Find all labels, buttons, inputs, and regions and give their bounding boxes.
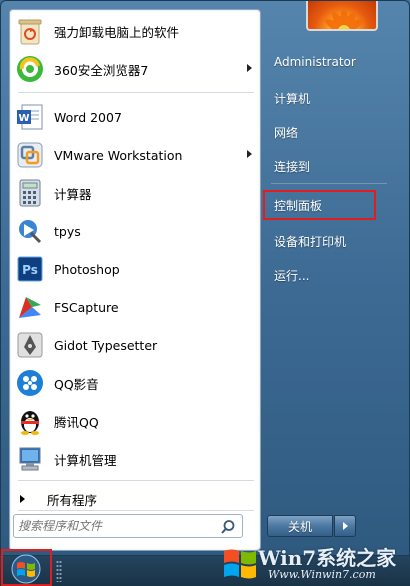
shutdown-options-button[interactable] [334,515,356,537]
all-programs-button[interactable]: 所有程序 [20,490,97,508]
program-label: QQ影音 [54,376,99,392]
right-item-label: 连接到 [274,159,311,174]
program-photoshop[interactable]: Ps Photoshop [12,251,260,287]
search-icon[interactable] [220,519,236,535]
program-label: VMware Workstation [54,147,183,163]
calculator-icon [14,177,46,209]
search-input[interactable] [18,517,214,535]
program-computer-management[interactable]: 计算机管理 [12,441,260,477]
right-item-network[interactable]: 网络 [267,119,405,145]
program-word[interactable]: W Word 2007 [12,99,260,135]
program-label: 计算机管理 [54,452,117,468]
divider [18,480,254,481]
taskbar-grip[interactable] [56,560,62,582]
all-programs-arrow-icon [20,495,25,503]
program-calculator[interactable]: 计算器 [12,175,260,211]
right-item-connect-to[interactable]: 连接到 [267,153,405,179]
user-picture[interactable] [306,1,378,31]
right-item-run[interactable]: 运行... [267,262,405,288]
program-label: FSCapture [54,299,119,315]
right-item-administrator[interactable]: Administrator [267,49,405,75]
start-button-highlight [1,549,52,586]
control-panel-highlight [263,190,376,220]
divider [18,92,254,93]
shutdown-label: 关机 [287,519,312,534]
watermark-brand: Win7系统之家 [258,546,397,570]
program-gidot[interactable]: Gidot Typesetter [12,327,260,363]
submenu-arrow-icon [247,64,252,72]
divider [18,510,254,511]
programs-panel: 强力卸载电脑上的软件 360安全浏览器7 W Word 2007 VMware … [9,9,261,551]
start-menu: 强力卸载电脑上的软件 360安全浏览器7 W Word 2007 VMware … [0,0,410,556]
fscapture-icon [14,291,46,323]
right-item-label: Administrator [274,55,356,69]
program-tpys[interactable]: tpys [12,213,260,249]
search-box [13,514,243,538]
right-item-label: 网络 [274,125,299,140]
watermark-url: Www.Winwin7.com [268,568,376,581]
recycle-bin-icon [14,15,46,47]
windows-flag-logo-icon [224,549,256,579]
all-programs-label: 所有程序 [47,492,98,508]
photoshop-icon: Ps [14,253,46,285]
divider [271,183,387,184]
right-item-label: 设备和打印机 [274,234,347,249]
program-qq-player[interactable]: QQ影音 [12,365,260,401]
program-fscapture[interactable]: FSCapture [12,289,260,325]
right-item-devices-printers[interactable]: 设备和打印机 [267,228,405,254]
word-icon: W [14,101,46,133]
program-label: 360安全浏览器7 [54,62,149,78]
right-item-computer[interactable]: 计算机 [267,85,405,111]
program-label: Word 2007 [54,109,122,125]
program-360-browser[interactable]: 360安全浏览器7 [12,51,260,87]
chevron-right-icon [342,522,348,530]
program-vmware[interactable]: VMware Workstation [12,137,260,173]
qq-player-icon [14,367,46,399]
watermark: Win7系统之家 Www.Winwin7.com [218,540,410,586]
vmware-icon [14,139,46,171]
right-item-label: 运行... [274,268,310,283]
program-uninstaller[interactable]: 强力卸载电脑上的软件 [12,13,260,49]
qq-penguin-icon [14,405,46,437]
program-label: Photoshop [54,261,120,277]
gidot-pen-icon [14,329,46,361]
360-browser-icon [14,53,46,85]
program-label: Gidot Typesetter [54,337,158,353]
program-label: 强力卸载电脑上的软件 [54,24,180,40]
shutdown-button[interactable]: 关机 [267,515,333,537]
program-label: 腾讯QQ [54,414,99,430]
tpys-icon [14,215,46,247]
program-tencent-qq[interactable]: 腾讯QQ [12,403,260,439]
right-item-label: 计算机 [274,91,311,106]
submenu-arrow-icon [247,150,252,158]
svg-text:Ps: Ps [22,263,38,277]
program-label: tpys [54,223,81,239]
computer-management-icon [14,443,46,475]
program-label: 计算器 [54,186,92,202]
svg-text:W: W [18,113,29,124]
